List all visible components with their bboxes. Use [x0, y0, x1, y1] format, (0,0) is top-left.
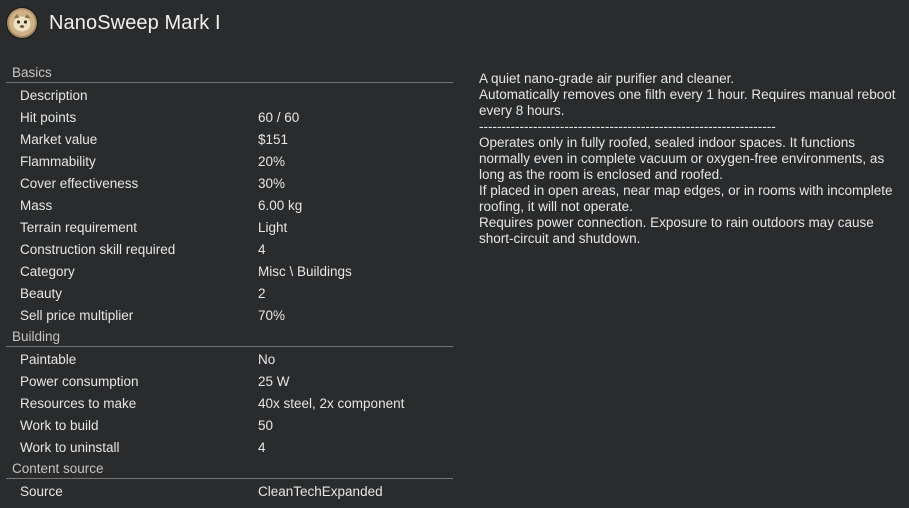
stat-label: Mass: [20, 198, 53, 213]
nanosweep-portrait-icon: [6, 7, 38, 39]
stat-label: Description: [20, 88, 88, 103]
description-line: Operates only in fully roofed, sealed in…: [479, 135, 885, 182]
stat-row-work-to-uninstall[interactable]: Work to uninstall 4: [6, 437, 453, 459]
stat-label: Hit points: [20, 110, 77, 125]
section-header-building: Building: [6, 327, 453, 347]
stat-value: 6.00 kg: [258, 198, 303, 213]
stat-row-flammability[interactable]: Flammability 20%: [6, 151, 453, 173]
stat-label: Power consumption: [20, 374, 139, 389]
stat-value: No: [258, 352, 276, 367]
section-header-content-source: Content source: [6, 459, 453, 479]
stat-value: 4: [258, 242, 266, 257]
stat-label: Source: [20, 484, 63, 499]
stat-row-source[interactable]: Source CleanTechExpanded: [6, 481, 453, 503]
description-line: If placed in open areas, near map edges,…: [479, 183, 893, 214]
stat-label: Sell price multiplier: [20, 308, 134, 323]
section-header-basics: Basics: [6, 63, 453, 83]
stat-label: Market value: [20, 132, 98, 147]
stat-label: Cover effectiveness: [20, 176, 139, 191]
stat-value: 30%: [258, 176, 286, 191]
stat-value: 50: [258, 418, 274, 433]
stat-row-paintable[interactable]: Paintable No: [6, 349, 453, 371]
info-card-window: NanoSweep Mark I Basics Description Hit po…: [0, 0, 909, 508]
stat-row-description[interactable]: Description: [6, 85, 453, 107]
stat-value: Misc \ Buildings: [258, 264, 352, 279]
stat-value: $151: [258, 132, 289, 147]
stat-label: Paintable: [20, 352, 77, 367]
stat-value: 4: [258, 440, 266, 455]
description-line: Automatically removes one filth every 1 …: [479, 87, 896, 118]
stat-row-resources-to-make[interactable]: Resources to make 40x steel, 2x component: [6, 393, 453, 415]
stat-value: 25 W: [258, 374, 290, 389]
stat-value: 40x steel, 2x component: [258, 396, 405, 411]
stat-value: Light: [258, 220, 288, 235]
stat-label: Resources to make: [20, 396, 137, 411]
page-title: NanoSweep Mark I: [49, 11, 221, 34]
stat-label: Category: [20, 264, 75, 279]
stat-row-cover-effectiveness[interactable]: Cover effectiveness 30%: [6, 173, 453, 195]
stat-row-mass[interactable]: Mass 6.00 kg: [6, 195, 453, 217]
description-panel: A quiet nano-grade air purifier and clea…: [479, 71, 903, 247]
stat-value: 2: [258, 286, 266, 301]
stat-row-hit-points[interactable]: Hit points 60 / 60: [6, 107, 453, 129]
stat-row-sell-price-multiplier[interactable]: Sell price multiplier 70%: [6, 305, 453, 327]
stat-label: Work to uninstall: [20, 440, 120, 455]
stat-value: 20%: [258, 154, 286, 169]
stat-row-beauty[interactable]: Beauty 2: [6, 283, 453, 305]
stat-label: Beauty: [20, 286, 63, 301]
stat-row-work-to-build[interactable]: Work to build 50: [6, 415, 453, 437]
stat-row-construction-skill-required[interactable]: Construction skill required 4: [6, 239, 453, 261]
stat-row-category[interactable]: Category Misc \ Buildings: [6, 261, 453, 283]
stats-panel: Basics Description Hit points 60 / 60 Market…: [6, 63, 453, 503]
header: NanoSweep Mark I: [6, 7, 221, 39]
stat-row-terrain-requirement[interactable]: Terrain requirement Light: [6, 217, 453, 239]
description-line: A quiet nano-grade air purifier and clea…: [479, 71, 735, 86]
stat-value: CleanTechExpanded: [258, 484, 383, 499]
stat-label: Construction skill required: [20, 242, 176, 257]
description-line: ----------------------------------------…: [479, 119, 776, 134]
stat-value: 70%: [258, 308, 286, 323]
stat-value: 60 / 60: [258, 110, 300, 125]
stat-row-power-consumption[interactable]: Power consumption 25 W: [6, 371, 453, 393]
stat-row-market-value[interactable]: Market value $151: [6, 129, 453, 151]
stat-label: Work to build: [20, 418, 99, 433]
stat-label: Terrain requirement: [20, 220, 138, 235]
description-line: Requires power connection. Exposure to r…: [479, 215, 874, 246]
stat-label: Flammability: [20, 154, 96, 169]
